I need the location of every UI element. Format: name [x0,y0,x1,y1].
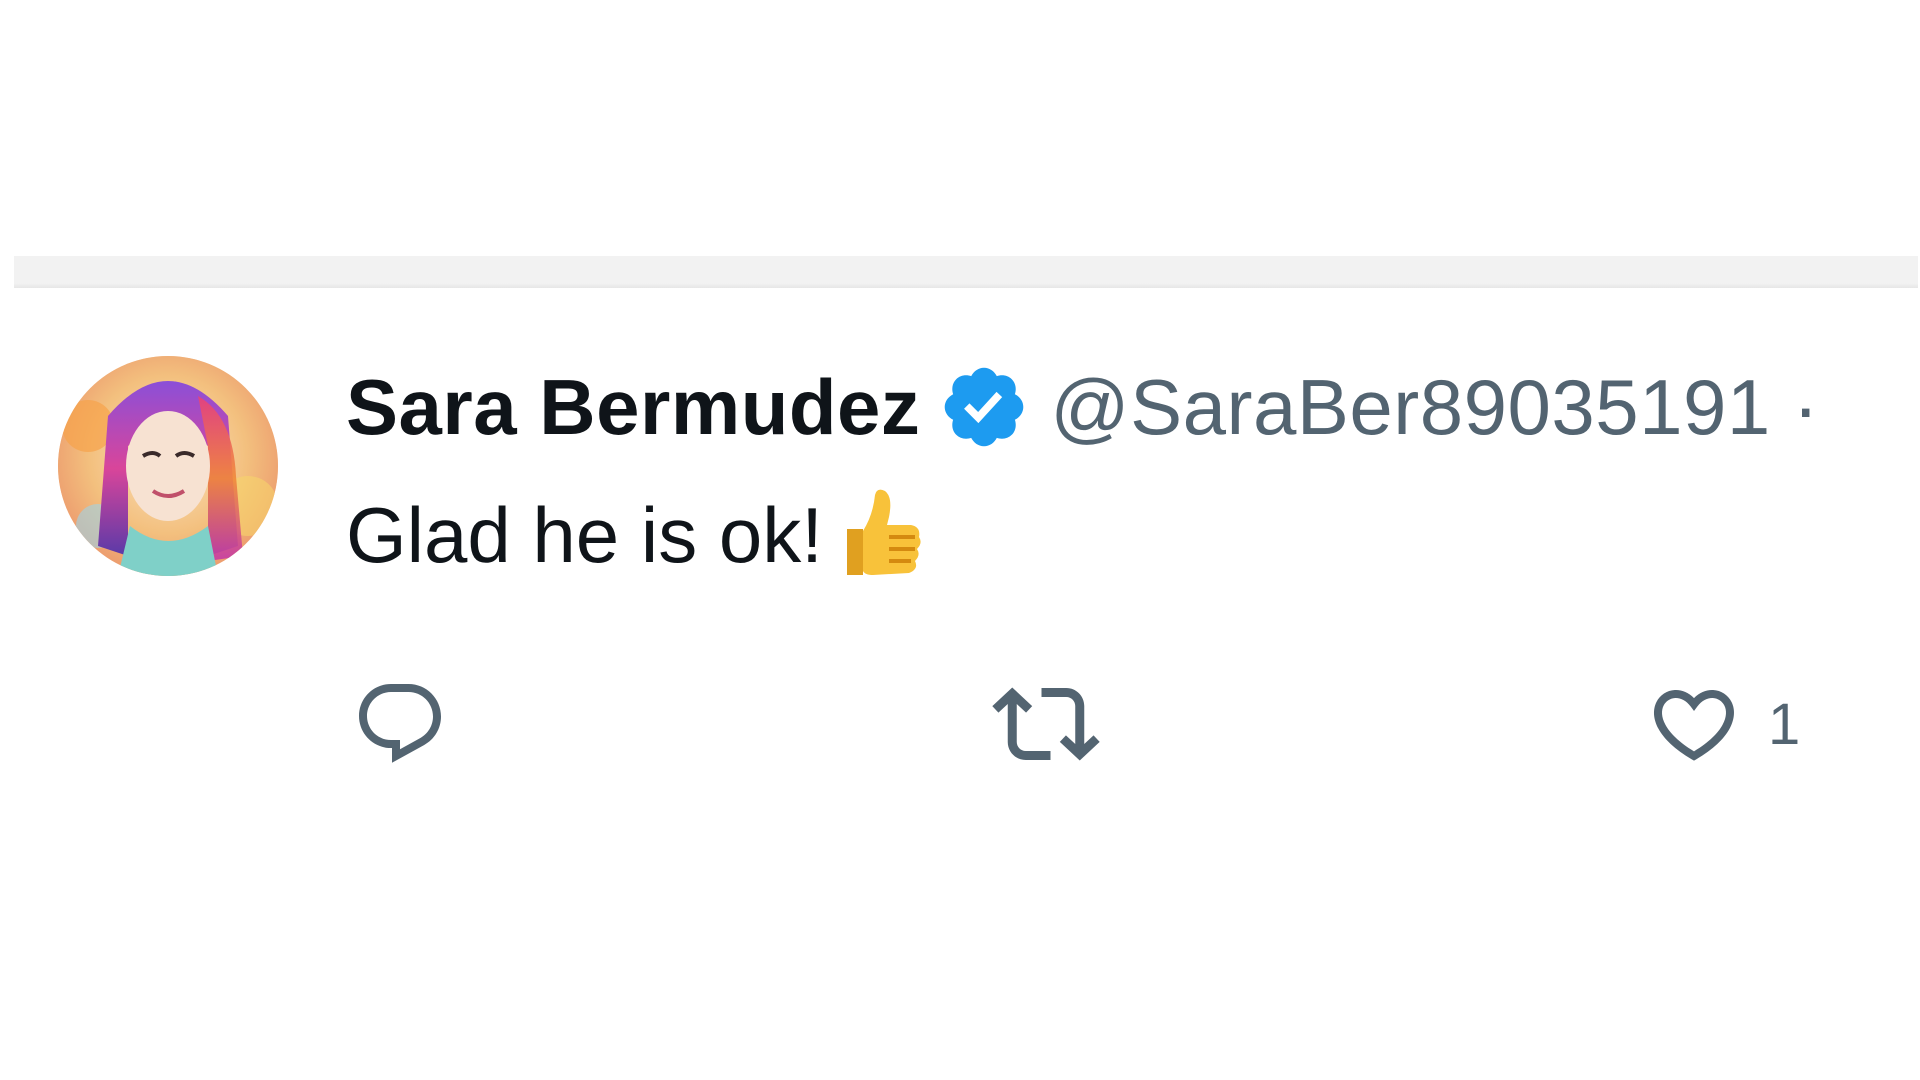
like-button[interactable]: 1 [1646,664,1800,784]
page: Sara Bermudez @SaraBer89035191 · Glad he… [0,0,1920,1080]
reply-icon [359,684,442,763]
user-handle[interactable]: @SaraBer89035191 [1050,362,1770,453]
tweet-card[interactable]: Sara Bermudez @SaraBer89035191 · Glad he… [0,288,1920,808]
section-divider [14,256,1918,288]
reply-button[interactable] [352,664,448,784]
repost-icon [992,687,1100,761]
verified-badge-icon [938,361,1030,453]
thumbs-up-icon [829,485,925,585]
repost-button[interactable] [992,664,1100,784]
tweet-actions: 1 [340,664,1840,784]
tweet-header: Sara Bermudez @SaraBer89035191 · [346,362,1819,452]
tweet-text-content: Glad he is ok! [346,490,823,579]
display-name[interactable]: Sara Bermudez [346,362,920,453]
tweet-text: Glad he is ok! [346,480,925,590]
avatar-image [58,356,278,576]
like-count: 1 [1768,691,1801,757]
avatar[interactable] [58,356,278,576]
heart-icon [1653,690,1735,761]
separator-dot: · [1792,362,1819,451]
